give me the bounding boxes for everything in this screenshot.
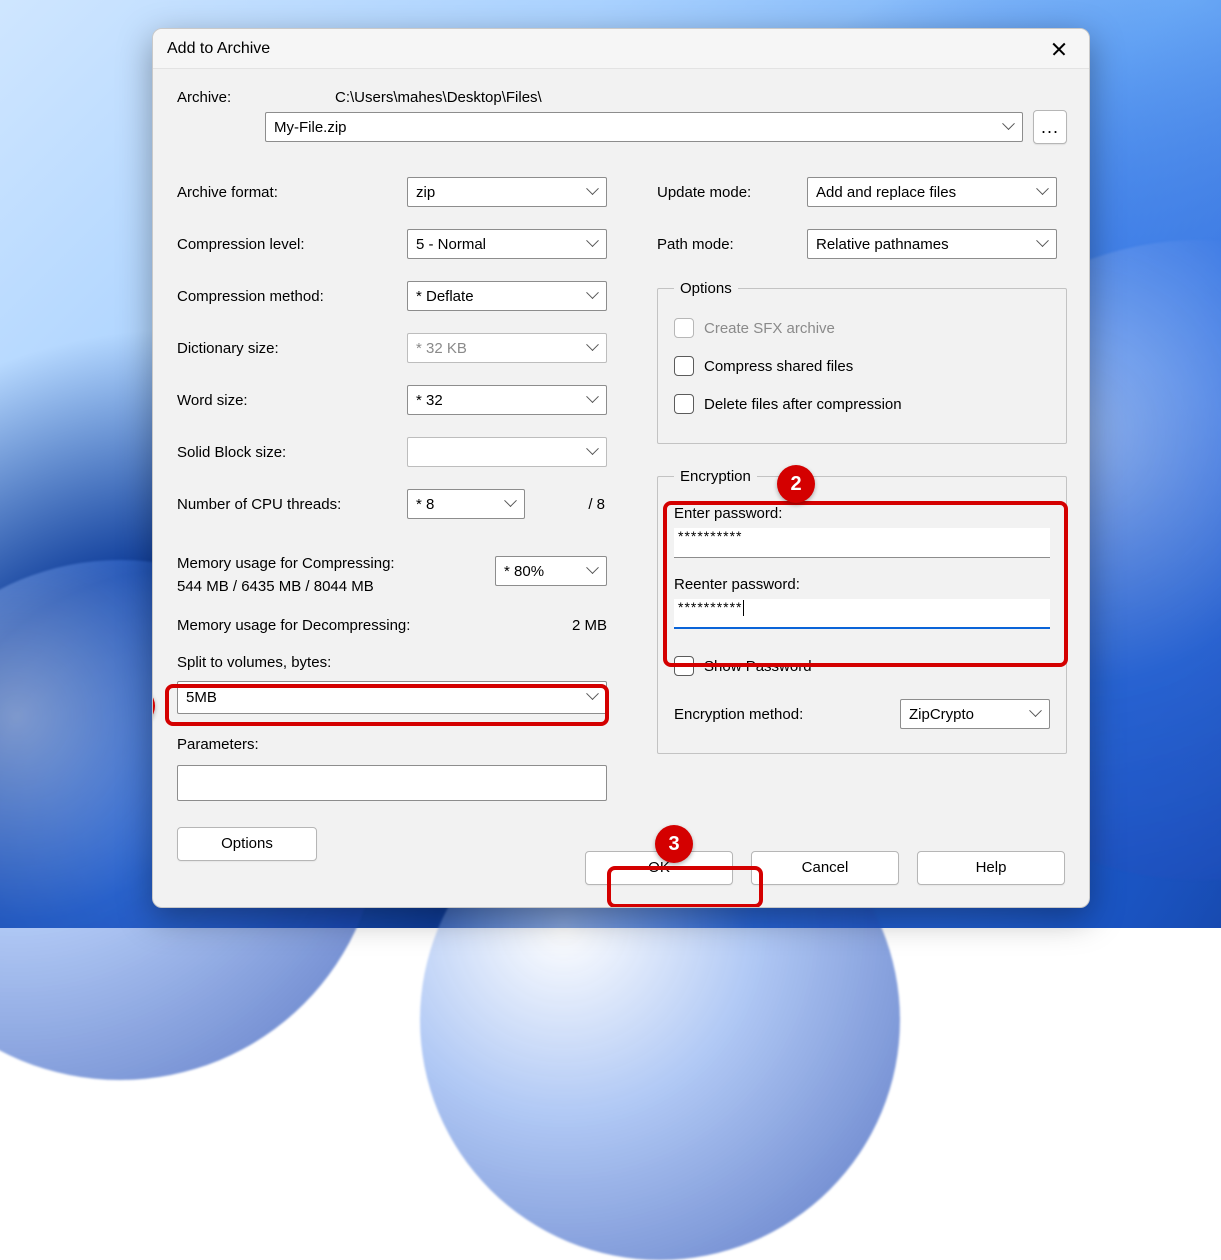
archive-filename-combo[interactable]: My-File.zip [265,112,1023,142]
sfx-checkbox [674,318,694,338]
left-column: Archive format: zip Compression level: 5… [177,166,607,861]
mem-compress-select[interactable]: * 80% [495,556,607,586]
solid-block-size-label: Solid Block size: [177,444,407,461]
titlebar: Add to Archive [153,29,1089,69]
window-title: Add to Archive [167,40,1037,58]
enter-password-label: Enter password: [674,505,1050,522]
path-mode-label: Path mode: [657,236,807,253]
update-mode-select[interactable]: Add and replace files [807,177,1057,207]
cancel-button[interactable]: Cancel [751,851,899,885]
reenter-password-input[interactable]: ********** [674,599,1050,629]
encryption-group: Encryption Enter password: ********** Re… [657,468,1067,754]
delete-checkbox-row[interactable]: Delete files after compression [674,385,1050,423]
chevron-down-icon [1038,187,1048,197]
parameters-input[interactable] [177,765,607,801]
mem-compress-label: Memory usage for Compressing: [177,552,395,575]
archive-path: C:\Users\mahes\Desktop\Files\ [335,89,542,106]
compression-method-select[interactable]: * Deflate [407,281,607,311]
parameters-label: Parameters: [177,736,607,753]
chevron-down-icon [588,343,598,353]
encryption-method-select[interactable]: ZipCrypto [900,699,1050,729]
shared-label: Compress shared files [704,358,853,375]
archive-format-label: Archive format: [177,184,407,201]
archive-format-select[interactable]: zip [407,177,607,207]
chevron-down-icon [588,395,598,405]
sfx-label: Create SFX archive [704,320,835,337]
close-icon [1052,42,1066,56]
right-column: Update mode: Add and replace files Path … [657,166,1067,861]
cpu-threads-label: Number of CPU threads: [177,496,407,513]
split-volumes-value: 5MB [186,689,217,706]
annotation-badge-2: 2 [777,465,815,503]
delete-label: Delete files after compression [704,396,902,413]
chevron-down-icon [588,291,598,301]
archive-filename: My-File.zip [274,119,347,136]
word-size-select[interactable]: * 32 [407,385,607,415]
path-mode-select[interactable]: Relative pathnames [807,229,1057,259]
show-password-label: Show Password [704,658,812,675]
enter-password-input[interactable]: ********** [674,528,1050,558]
encryption-method-label: Encryption method: [674,706,886,723]
split-volumes-combo[interactable]: 5MB [177,681,607,714]
close-button[interactable] [1037,33,1081,65]
chevron-down-icon [1031,709,1041,719]
dictionary-size-label: Dictionary size: [177,340,407,357]
footer-buttons: OK Cancel Help [585,851,1065,885]
chevron-down-icon [1038,239,1048,249]
text-caret [743,600,744,616]
dictionary-size-select[interactable]: * 32 KB [407,333,607,363]
compression-method-label: Compression method: [177,288,407,305]
chevron-down-icon [588,692,598,702]
chevron-down-icon [588,447,598,457]
mem-compress-detail: 544 MB / 6435 MB / 8044 MB [177,575,395,598]
show-password-row[interactable]: Show Password [674,647,1050,685]
show-password-checkbox[interactable] [674,656,694,676]
options-group: Options Create SFX archive Compress shar… [657,280,1067,444]
update-mode-label: Update mode: [657,184,807,201]
chevron-down-icon [1004,122,1014,132]
solid-block-size-select[interactable] [407,437,607,467]
sfx-checkbox-row: Create SFX archive [674,309,1050,347]
mem-decompress-value: 2 MB [572,617,607,634]
dialog-window: Add to Archive Archive: C:\Users\mahes\D… [152,28,1090,908]
browse-button[interactable]: ... [1033,110,1067,144]
split-volumes-label: Split to volumes, bytes: [177,654,607,671]
chevron-down-icon [588,239,598,249]
options-button[interactable]: Options [177,827,317,861]
shared-checkbox[interactable] [674,356,694,376]
shared-checkbox-row[interactable]: Compress shared files [674,347,1050,385]
cpu-threads-select[interactable]: * 8 [407,489,525,519]
chevron-down-icon [588,566,598,576]
compression-level-select[interactable]: 5 - Normal [407,229,607,259]
cpu-threads-total: / 8 [535,496,605,513]
annotation-badge-1: 1 [152,687,155,725]
chevron-down-icon [506,499,516,509]
encryption-legend: Encryption [674,468,757,485]
help-button[interactable]: Help [917,851,1065,885]
compression-level-label: Compression level: [177,236,407,253]
chevron-down-icon [588,187,598,197]
delete-checkbox[interactable] [674,394,694,414]
mem-decompress-label: Memory usage for Decompressing: [177,617,410,634]
word-size-label: Word size: [177,392,407,409]
annotation-badge-3: 3 [655,825,693,863]
reenter-password-label: Reenter password: [674,576,1050,593]
archive-label: Archive: [177,89,255,106]
options-legend: Options [674,280,738,297]
